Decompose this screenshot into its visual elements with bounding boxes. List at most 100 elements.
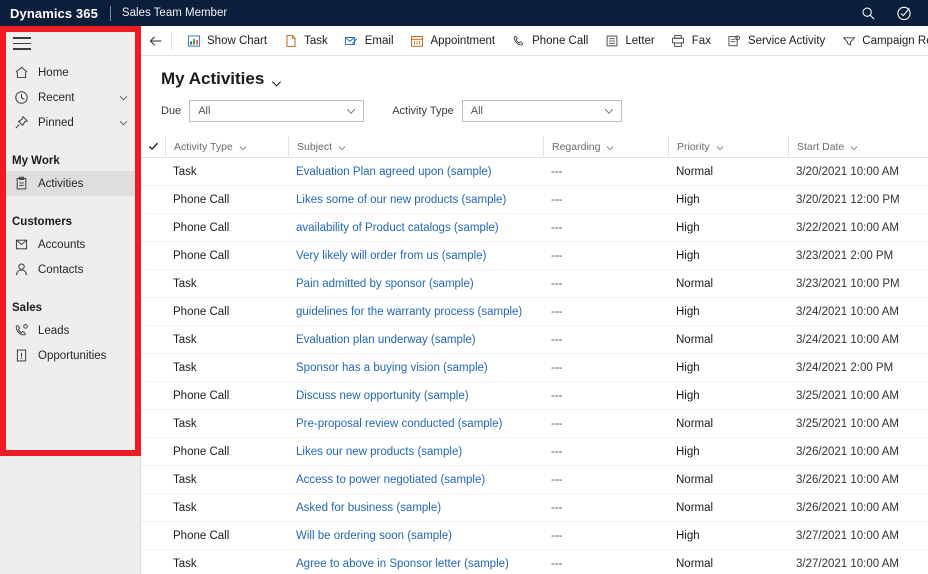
sidebar-item-recent[interactable]: Recent xyxy=(0,85,140,110)
cell-activity-type: Phone Call xyxy=(165,382,288,410)
cell-activity-type-text: Task xyxy=(173,417,197,430)
command-email[interactable]: Email xyxy=(336,26,402,55)
grid-body: Task Evaluation Plan agreed upon (sample)… xyxy=(141,158,928,574)
hamburger-icon[interactable] xyxy=(13,37,31,50)
search-icon[interactable] xyxy=(861,6,876,21)
cell-subject[interactable]: Likes some of our new products (sample) xyxy=(288,186,543,214)
cell-subject-text: Very likely will order from us (sample) xyxy=(296,249,487,262)
cell-regarding-text: --- xyxy=(551,557,563,570)
column-header-activity-type[interactable]: Activity Type xyxy=(165,135,288,158)
cell-priority: Normal xyxy=(668,410,788,438)
cell-subject[interactable]: Evaluation plan underway (sample) xyxy=(288,326,543,354)
cell-start-date: 3/24/2021 10:00 AM xyxy=(788,326,928,354)
column-header-subject[interactable]: Subject xyxy=(288,135,543,158)
check-circle-icon[interactable] xyxy=(896,5,912,21)
command-fax[interactable]: Fax xyxy=(663,26,719,55)
cell-subject[interactable]: Sponsor has a buying vision (sample) xyxy=(288,354,543,382)
cell-regarding: --- xyxy=(543,214,668,242)
table-row[interactable]: Phone Call Likes some of our new products… xyxy=(141,186,928,214)
cell-priority: Normal xyxy=(668,494,788,522)
due-filter-select[interactable]: All xyxy=(189,100,365,122)
cell-activity-type-text: Phone Call xyxy=(173,221,230,234)
table-row[interactable]: Task Agree to above in Sponsor letter (sa… xyxy=(141,550,928,574)
column-header-regarding[interactable]: Regarding xyxy=(543,135,668,158)
chevron-down-icon[interactable] xyxy=(271,74,282,87)
chevron-down-icon xyxy=(239,143,247,151)
command-phone-call[interactable]: Phone Call xyxy=(503,26,596,55)
cell-activity-type: Phone Call xyxy=(165,298,288,326)
cell-subject[interactable]: Agree to above in Sponsor letter (sample… xyxy=(288,550,543,574)
cell-priority: High xyxy=(668,354,788,382)
cell-priority-text: Normal xyxy=(676,501,714,514)
cell-regarding-text: --- xyxy=(551,361,563,374)
cell-regarding-text: --- xyxy=(551,305,563,318)
command-show-chart[interactable]: Show Chart xyxy=(178,26,275,55)
sidebar-item-opportunities[interactable]: Opportunities xyxy=(0,343,140,368)
cell-subject-text: Pre-proposal review conducted (sample) xyxy=(296,417,503,430)
table-row[interactable]: Task Pre-proposal review conducted (sampl… xyxy=(141,410,928,438)
sidebar-item-accounts[interactable]: Accounts xyxy=(0,232,140,257)
command-appointment[interactable]: Appointment xyxy=(402,26,504,55)
cell-regarding: --- xyxy=(543,494,668,522)
table-row[interactable]: Phone Call guidelines for the warranty pr… xyxy=(141,298,928,326)
cell-subject[interactable]: Likes our new products (sample) xyxy=(288,438,543,466)
page-title[interactable]: My Activities xyxy=(141,56,928,89)
chevron-down-icon xyxy=(604,106,614,116)
cell-activity-type: Task xyxy=(165,354,288,382)
cell-start-date: 3/25/2021 10:00 AM xyxy=(788,382,928,410)
table-row[interactable]: Phone Call availability of Product catalo… xyxy=(141,214,928,242)
cell-subject-text: Evaluation Plan agreed upon (sample) xyxy=(296,165,492,178)
activity-type-filter-select[interactable]: All xyxy=(461,100,622,122)
table-row[interactable]: Phone Call Discuss new opportunity (sampl… xyxy=(141,382,928,410)
cell-subject[interactable]: Access to power negotiated (sample) xyxy=(288,466,543,494)
table-row[interactable]: Task Access to power negotiated (sample) -… xyxy=(141,466,928,494)
cell-subject[interactable]: Discuss new opportunity (sample) xyxy=(288,382,543,410)
command-campaign-response[interactable]: Campaign Response xyxy=(833,26,928,55)
brand-divider xyxy=(109,5,111,21)
chevron-down-icon[interactable] xyxy=(119,118,128,127)
cell-start-date: 3/25/2021 10:00 AM xyxy=(788,410,928,438)
sidebar-item-leads[interactable]: Leads xyxy=(0,318,140,343)
cell-activity-type-text: Task xyxy=(173,277,197,290)
command-service-activity[interactable]: Service Activity xyxy=(719,26,833,55)
cell-start-date: 3/24/2021 2:00 PM xyxy=(788,354,928,382)
cell-activity-type-text: Task xyxy=(173,501,197,514)
cell-subject[interactable]: guidelines for the warranty process (sam… xyxy=(288,298,543,326)
select-all-checkbox[interactable] xyxy=(141,141,165,152)
table-row[interactable]: Task Evaluation Plan agreed upon (sample)… xyxy=(141,158,928,186)
cell-subject[interactable]: Asked for business (sample) xyxy=(288,494,543,522)
grid-header-row: Activity Type Subject Regarding Priority… xyxy=(141,135,928,158)
command-task[interactable]: Task xyxy=(275,26,336,55)
table-row[interactable]: Phone Call Likes our new products (sample… xyxy=(141,438,928,466)
service-activity-icon xyxy=(727,33,742,48)
command-letter[interactable]: Letter xyxy=(596,26,662,55)
cell-activity-type: Task xyxy=(165,158,288,186)
cell-subject[interactable]: Pain admitted by sponsor (sample) xyxy=(288,270,543,298)
sidebar-item-contacts[interactable]: Contacts xyxy=(0,257,140,282)
cell-regarding-text: --- xyxy=(551,473,563,486)
table-row[interactable]: Task Pain admitted by sponsor (sample) ---… xyxy=(141,270,928,298)
table-row[interactable]: Task Sponsor has a buying vision (sample)… xyxy=(141,354,928,382)
column-header-priority[interactable]: Priority xyxy=(668,135,788,158)
table-row[interactable]: Task Evaluation plan underway (sample) ---… xyxy=(141,326,928,354)
cell-subject[interactable]: Will be ordering soon (sample) xyxy=(288,522,543,550)
back-arrow-icon[interactable] xyxy=(141,26,171,55)
cell-subject[interactable]: availability of Product catalogs (sample… xyxy=(288,214,543,242)
table-row[interactable]: Phone Call Will be ordering soon (sample)… xyxy=(141,522,928,550)
cell-subject[interactable]: Pre-proposal review conducted (sample) xyxy=(288,410,543,438)
table-row[interactable]: Phone Call Very likely will order from us… xyxy=(141,242,928,270)
cell-regarding-text: --- xyxy=(551,445,563,458)
sidebar-item-home[interactable]: Home xyxy=(0,60,140,85)
cell-subject-text: Asked for business (sample) xyxy=(296,501,442,514)
sidebar-item-activities[interactable]: Activities xyxy=(0,171,140,196)
chevron-down-icon[interactable] xyxy=(119,93,128,102)
cell-subject[interactable]: Evaluation Plan agreed upon (sample) xyxy=(288,158,543,186)
sidebar-item-pinned[interactable]: Pinned xyxy=(0,110,140,135)
cell-start-date: 3/26/2021 10:00 AM xyxy=(788,494,928,522)
cell-priority: Normal xyxy=(668,326,788,354)
table-row[interactable]: Task Asked for business (sample) --- Normal… xyxy=(141,494,928,522)
cell-subject[interactable]: Very likely will order from us (sample) xyxy=(288,242,543,270)
cell-priority-text: Normal xyxy=(676,473,714,486)
column-header-start-date[interactable]: Start Date xyxy=(788,135,928,158)
